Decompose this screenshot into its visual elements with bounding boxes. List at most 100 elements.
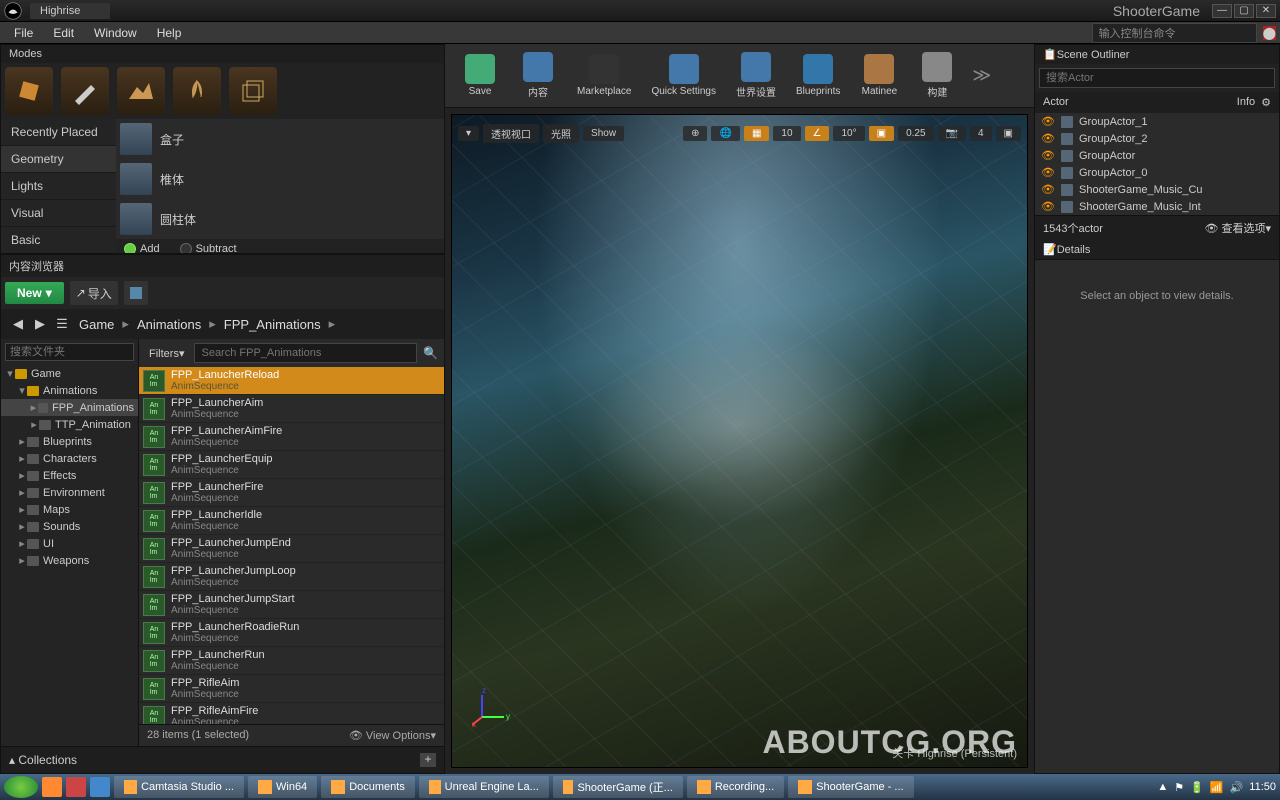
new-asset-button[interactable]: New▾: [5, 282, 64, 304]
visibility-eye-icon[interactable]: 👁: [1041, 149, 1055, 162]
taskbar-app-button[interactable]: Documents: [321, 776, 415, 798]
nav-back-button[interactable]: ◀: [9, 315, 27, 333]
search-icon[interactable]: 🔍: [423, 346, 438, 360]
place-item[interactable]: 盒子: [116, 119, 444, 159]
outliner-view-options[interactable]: 👁 查看选项▾: [1204, 220, 1271, 236]
paint-mode-icon[interactable]: [61, 67, 109, 115]
toolbar-button[interactable]: 构建: [910, 50, 964, 101]
toolbar-button[interactable]: Blueprints: [788, 52, 848, 99]
visibility-eye-icon[interactable]: 👁: [1041, 200, 1055, 213]
asset-item[interactable]: AnImFPP_LauncherRunAnimSequence: [139, 647, 444, 675]
actor-row[interactable]: 👁GroupActor_2: [1035, 130, 1279, 147]
save-all-button[interactable]: [124, 281, 148, 305]
visibility-eye-icon[interactable]: 👁: [1041, 115, 1055, 128]
viewport-scene[interactable]: [452, 115, 1027, 767]
asset-item[interactable]: AnImFPP_LanucherReloadAnimSequence: [139, 367, 444, 395]
asset-item[interactable]: AnImFPP_LauncherJumpEndAnimSequence: [139, 535, 444, 563]
asset-item[interactable]: AnImFPP_RifleAimFireAnimSequence: [139, 703, 444, 724]
foliage-mode-icon[interactable]: [173, 67, 221, 115]
viewport-perspective-button[interactable]: 透视视口: [483, 124, 539, 143]
tree-folder[interactable]: ▸Environment: [1, 484, 138, 501]
scale-snap-icon[interactable]: ▣: [869, 126, 894, 141]
mode-cat-geometry[interactable]: Geometry: [1, 146, 116, 173]
mode-cat-recently[interactable]: Recently Placed: [1, 119, 116, 146]
visibility-eye-icon[interactable]: 👁: [1041, 132, 1055, 145]
toolbar-button[interactable]: Save: [453, 52, 507, 99]
menu-file[interactable]: File: [4, 24, 43, 42]
window-maximize-button[interactable]: ▢: [1234, 4, 1254, 18]
mode-cat-basic[interactable]: Basic: [1, 227, 116, 253]
taskbar-app-button[interactable]: Camtasia Studio ...: [114, 776, 244, 798]
actor-row[interactable]: 👁GroupActor_1: [1035, 113, 1279, 130]
angle-snap-icon[interactable]: ∠: [805, 126, 830, 141]
tree-folder[interactable]: ▾Animations: [1, 382, 138, 399]
tray-icon[interactable]: 📶: [1210, 781, 1224, 794]
actor-search-input[interactable]: [1039, 68, 1275, 88]
actor-row[interactable]: 👁GroupActor_0: [1035, 164, 1279, 181]
tree-folder[interactable]: ▸Maps: [1, 501, 138, 518]
folder-search-input[interactable]: [5, 343, 134, 361]
mode-cat-lights[interactable]: Lights: [1, 173, 116, 200]
level-tab[interactable]: Highrise: [30, 3, 110, 19]
tray-icon[interactable]: 🔊: [1230, 781, 1244, 794]
toolbar-overflow-button[interactable]: ≫: [972, 65, 991, 86]
asset-item[interactable]: AnImFPP_LauncherAimAnimSequence: [139, 395, 444, 423]
window-minimize-button[interactable]: —: [1212, 4, 1232, 18]
visibility-eye-icon[interactable]: 👁: [1041, 166, 1055, 179]
place-mode-icon[interactable]: [5, 67, 53, 115]
coord-system-icon[interactable]: 🌐: [711, 126, 739, 141]
viewport-options-button[interactable]: ▾: [458, 126, 479, 141]
asset-item[interactable]: AnImFPP_LauncherRoadieRunAnimSequence: [139, 619, 444, 647]
breadcrumb[interactable]: Game: [75, 317, 118, 332]
toolbar-button[interactable]: Marketplace: [569, 52, 639, 99]
camera-speed-value[interactable]: 4: [970, 126, 992, 141]
viewport[interactable]: ▾ 透视视口 光照 Show ⊕ 🌐 ▦ 10 ∠ 10° ▣ 0.25 📷 4…: [451, 114, 1028, 768]
tree-folder[interactable]: ▾Game: [1, 365, 138, 382]
tray-icon[interactable]: 🔋: [1190, 781, 1204, 794]
menu-edit[interactable]: Edit: [43, 24, 84, 42]
tray-icon[interactable]: ⚑: [1174, 781, 1184, 794]
breadcrumb[interactable]: Animations: [133, 317, 205, 332]
viewport-maximize-icon[interactable]: ▣: [996, 126, 1021, 141]
asset-item[interactable]: AnImFPP_LauncherJumpLoopAnimSequence: [139, 563, 444, 591]
toolbar-button[interactable]: Quick Settings: [643, 52, 723, 99]
outliner-col-actor[interactable]: Actor: [1043, 96, 1237, 109]
tree-folder[interactable]: ▸Characters: [1, 450, 138, 467]
geometry-mode-icon[interactable]: [229, 67, 277, 115]
taskbar-app-button[interactable]: Win64: [248, 776, 317, 798]
taskbar-app-button[interactable]: ShooterGame (正...: [553, 776, 683, 798]
viewport-lit-button[interactable]: 光照: [543, 124, 579, 143]
menu-help[interactable]: Help: [147, 24, 192, 42]
collections-expander[interactable]: ▴ Collections: [9, 753, 77, 767]
quick-launch-icon[interactable]: [42, 777, 62, 797]
tree-folder[interactable]: ▸Effects: [1, 467, 138, 484]
import-button[interactable]: ↗导入: [70, 281, 118, 305]
tree-folder[interactable]: ▸Weapons: [1, 552, 138, 569]
asset-item[interactable]: AnImFPP_LauncherEquipAnimSequence: [139, 451, 444, 479]
taskbar-app-button[interactable]: Unreal Engine La...: [419, 776, 549, 798]
console-input[interactable]: 输入控制台命令: [1092, 23, 1257, 43]
quick-launch-icon[interactable]: [66, 777, 86, 797]
taskbar-app-button[interactable]: Recording...: [687, 776, 784, 798]
filters-button[interactable]: Filters▾: [145, 345, 188, 362]
asset-search-input[interactable]: [194, 343, 417, 363]
toolbar-button[interactable]: Matinee: [852, 52, 906, 99]
grid-snap-value[interactable]: 10: [773, 126, 800, 141]
tree-folder[interactable]: ▸UI: [1, 535, 138, 552]
asset-item[interactable]: AnImFPP_LauncherIdleAnimSequence: [139, 507, 444, 535]
brush-add-radio[interactable]: Add: [124, 243, 160, 253]
settings-icon[interactable]: ⚙: [1261, 96, 1271, 109]
angle-snap-value[interactable]: 10°: [833, 126, 864, 141]
place-item[interactable]: 椎体: [116, 159, 444, 199]
landscape-mode-icon[interactable]: [117, 67, 165, 115]
camera-speed-icon[interactable]: 📷: [938, 126, 966, 141]
engine-stop-button[interactable]: ⬤: [1263, 26, 1276, 40]
toolbar-button[interactable]: 世界设置: [728, 50, 784, 101]
window-close-button[interactable]: ✕: [1256, 4, 1276, 18]
grid-snap-icon[interactable]: ▦: [744, 126, 769, 141]
tree-folder[interactable]: ▸Blueprints: [1, 433, 138, 450]
asset-item[interactable]: AnImFPP_LauncherJumpStartAnimSequence: [139, 591, 444, 619]
quick-launch-icon[interactable]: [90, 777, 110, 797]
asset-item[interactable]: AnImFPP_LauncherFireAnimSequence: [139, 479, 444, 507]
scale-snap-value[interactable]: 0.25: [898, 126, 933, 141]
